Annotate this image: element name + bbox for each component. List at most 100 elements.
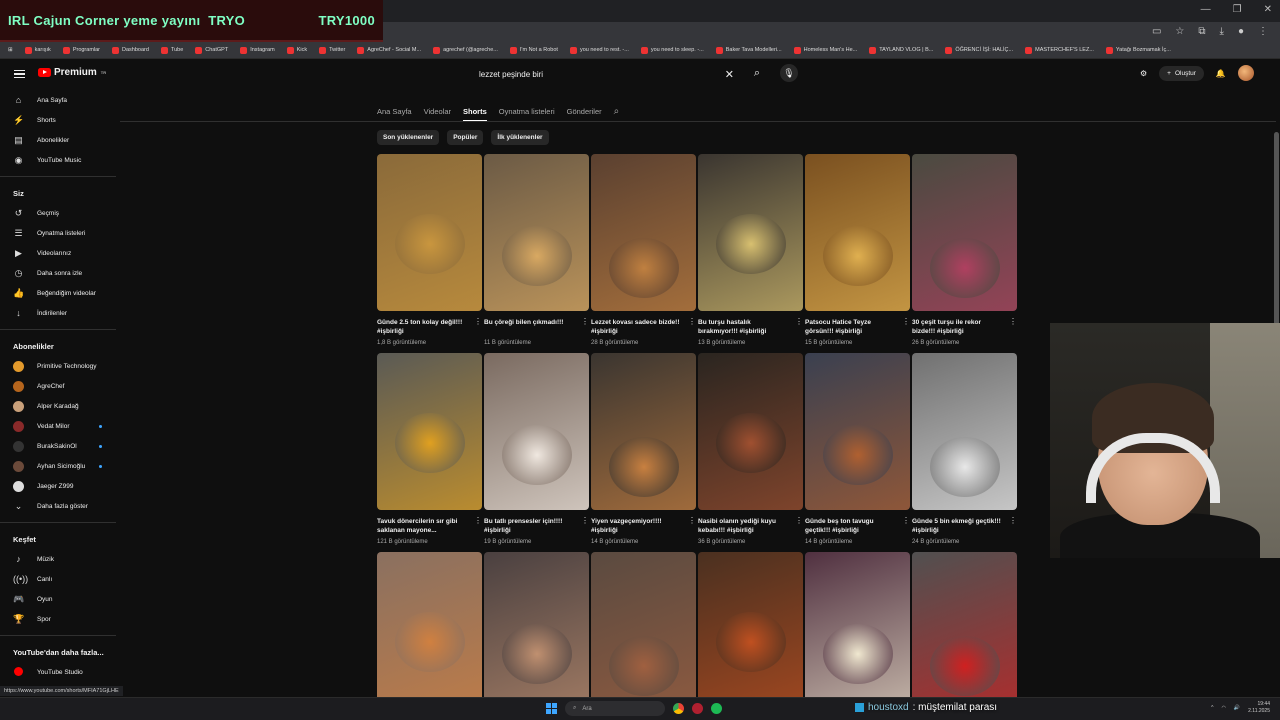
bookmark-item[interactable]: TAYLAND VLOG | B...	[869, 46, 933, 54]
apps-icon[interactable]: ⊞	[8, 47, 13, 53]
bookmark-item[interactable]: Tube	[160, 46, 183, 54]
minimize-icon[interactable]: —	[1201, 4, 1211, 15]
short-thumbnail[interactable]	[912, 353, 1017, 510]
short-title[interactable]: Günde 5 bin ekmeği geçtik!!! #işbirliği	[912, 517, 1017, 537]
short-thumbnail[interactable]	[484, 353, 589, 510]
sidebar-subscription[interactable]: AgreChef	[0, 376, 120, 396]
chrome-icon[interactable]	[673, 703, 684, 714]
short-card[interactable]: Yiyen vazgeçemiyor!!!! #işbirliği 14 B gö…	[591, 353, 696, 545]
search-icon[interactable]: ⌕	[754, 67, 760, 80]
voice-search-icon[interactable]: 🎙	[780, 64, 798, 82]
bookmark-item[interactable]: you need to sleep. -...	[640, 46, 704, 54]
short-title[interactable]: Patsocu Hatice Teyze görsün!!! #işbirliğ…	[805, 318, 910, 338]
short-thumbnail[interactable]	[484, 154, 589, 311]
short-card[interactable]	[377, 552, 482, 709]
more-options-icon[interactable]: ⋮	[474, 516, 482, 525]
volume-icon[interactable]: 🔊	[1234, 705, 1240, 711]
sort-chip[interactable]: İlk yüklenenler	[491, 130, 549, 145]
cast-device-icon[interactable]: ⚙	[1140, 69, 1147, 78]
short-card[interactable]	[484, 552, 589, 709]
more-options-icon[interactable]: ⋮	[795, 317, 803, 326]
search-box[interactable]: lezzet peşinde biri ✕ ⌕	[470, 64, 770, 84]
sidebar-section-explore[interactable]: Keşfet	[0, 529, 120, 549]
clock[interactable]: 19:44 2.11.2025	[1248, 701, 1270, 715]
sidebar-subscription[interactable]: Jaeger Z999	[0, 476, 120, 496]
sidebar-item-explore[interactable]: 🎮 Oyun	[0, 589, 120, 609]
short-thumbnail[interactable]	[698, 552, 803, 709]
bookmark-item[interactable]: MASTERCHEF'S LEZ...	[1025, 46, 1094, 54]
sidebar-subscription[interactable]: Primitive Technology	[0, 356, 120, 376]
windows-start-icon[interactable]	[546, 703, 557, 714]
more-options-icon[interactable]: ⋮	[1009, 317, 1017, 326]
sidebar-item-subscriptions[interactable]: ▤ Abonelikler	[0, 130, 120, 150]
short-thumbnail[interactable]	[591, 552, 696, 709]
bookmark-item[interactable]: Kick	[286, 46, 307, 54]
sidebar-item-youtube-app[interactable]: YouTube Studio	[0, 662, 120, 682]
more-options-icon[interactable]: ⋮	[1009, 516, 1017, 525]
tray-chevron-icon[interactable]: ^	[1211, 705, 1213, 711]
search-input[interactable]: lezzet peşinde biri	[479, 70, 543, 79]
restore-icon[interactable]: ❐	[1233, 4, 1242, 15]
short-card[interactable]: Günde 5 bin ekmeği geçtik!!! #işbirliği 2…	[912, 353, 1017, 545]
short-card[interactable]: Patsocu Hatice Teyze görsün!!! #işbirliğ…	[805, 154, 910, 346]
sort-chip[interactable]: Popüler	[447, 130, 484, 145]
sidebar-item-explore[interactable]: ((•)) Canlı	[0, 569, 120, 589]
short-card[interactable]	[698, 552, 803, 709]
short-title[interactable]: Günde beş ton tavugu geçtik!!! #işbirliğ…	[805, 517, 910, 537]
sidebar-subscription[interactable]: Alper Karadağ	[0, 396, 120, 416]
short-card[interactable]: Bu çöreği bilen çıkmadı!!! 11 B görüntüle…	[484, 154, 589, 346]
more-options-icon[interactable]: ⋮	[688, 516, 696, 525]
short-card[interactable]: Tavuk dönercilerin sır gibi saklanan may…	[377, 353, 482, 545]
short-thumbnail[interactable]	[805, 154, 910, 311]
sidebar-section-subscriptions[interactable]: Abonelikler	[0, 336, 120, 356]
more-options-icon[interactable]: ⋮	[474, 317, 482, 326]
more-options-icon[interactable]: ⋮	[795, 516, 803, 525]
youtube-logo[interactable]: Premium TR	[38, 67, 106, 78]
short-thumbnail[interactable]	[377, 353, 482, 510]
short-thumbnail[interactable]	[591, 353, 696, 510]
spotify-icon[interactable]	[711, 703, 722, 714]
bookmark-item[interactable]: AgreChef - Social M...	[357, 46, 421, 54]
short-thumbnail[interactable]	[805, 552, 910, 709]
short-title[interactable]: Tavuk dönercilerin sır gibi saklanan may…	[377, 517, 482, 537]
bookmark-item[interactable]: Baker Tava Modelleri...	[715, 46, 782, 54]
short-thumbnail[interactable]	[377, 154, 482, 311]
sidebar-subscription[interactable]: Vedat Milor	[0, 416, 120, 436]
short-thumbnail[interactable]	[698, 154, 803, 311]
sidebar-item-you[interactable]: 👍 Beğendiğim videolar	[0, 283, 120, 303]
sidebar-subscription[interactable]: Ayhan Sicimoğlu	[0, 456, 120, 476]
short-thumbnail[interactable]	[805, 353, 910, 510]
short-card[interactable]: Lezzet kovası sadece bizde!! #işbirliği 2…	[591, 154, 696, 346]
short-card[interactable]	[591, 552, 696, 709]
bookmark-item[interactable]: I'm Not a Robot	[509, 46, 558, 54]
short-card[interactable]: Bu turşu hastalık bırakmıyor!!! #işbirli…	[698, 154, 803, 346]
short-title[interactable]: Bu tatlı prensesler için!!!! #işbirliği	[484, 517, 589, 537]
sidebar-item-you[interactable]: ↓ İndirilenler	[0, 303, 120, 323]
short-card[interactable]: Günde beş ton tavugu geçtik!!! #işbirliğ…	[805, 353, 910, 545]
tab-videolar[interactable]: Videolar	[424, 107, 451, 116]
channel-search-icon[interactable]: ⌕	[614, 106, 620, 117]
sidebar-item-home[interactable]: ⌂ Ana Sayfa	[0, 90, 120, 110]
short-thumbnail[interactable]	[698, 353, 803, 510]
show-more-button[interactable]: ⌄ Daha fazla göster	[0, 496, 120, 516]
short-title[interactable]: Nasibi olanın yediği kuyu kebabı!!! #işb…	[698, 517, 803, 537]
bookmark-item[interactable]: you need to rest. -...	[569, 46, 629, 54]
short-title[interactable]: Yiyen vazgeçemiyor!!!! #işbirliği	[591, 517, 696, 537]
wifi-icon[interactable]: ◠	[1222, 705, 1226, 711]
sidebar-section-more-youtube[interactable]: YouTube'dan daha fazla...	[0, 642, 120, 662]
short-thumbnail[interactable]	[484, 552, 589, 709]
close-window-icon[interactable]: ✕	[1264, 4, 1272, 15]
avatar[interactable]	[1237, 65, 1254, 81]
sidebar-item-you[interactable]: ◷ Daha sonra izle	[0, 263, 120, 283]
short-card[interactable]	[912, 552, 1017, 709]
sidebar-item-explore[interactable]: ♪ Müzik	[0, 549, 120, 569]
short-thumbnail[interactable]	[912, 552, 1017, 709]
more-options-icon[interactable]: ⋮	[581, 317, 589, 326]
extensions-icon[interactable]: ⧉	[1198, 26, 1205, 37]
sidebar-item-you[interactable]: ☰ Oynatma listeleri	[0, 223, 120, 243]
menu-icon[interactable]	[14, 70, 25, 78]
short-card[interactable]: 30 çeşit turşu ile rekor bizde!!! #işbir…	[912, 154, 1017, 346]
short-title[interactable]: Bu çöreği bilen çıkmadı!!!	[484, 318, 589, 338]
bookmark-item[interactable]: Twitter	[319, 46, 345, 54]
short-card[interactable]: Günde 2.5 ton kolay değil!!! #işbirliği 1…	[377, 154, 482, 346]
